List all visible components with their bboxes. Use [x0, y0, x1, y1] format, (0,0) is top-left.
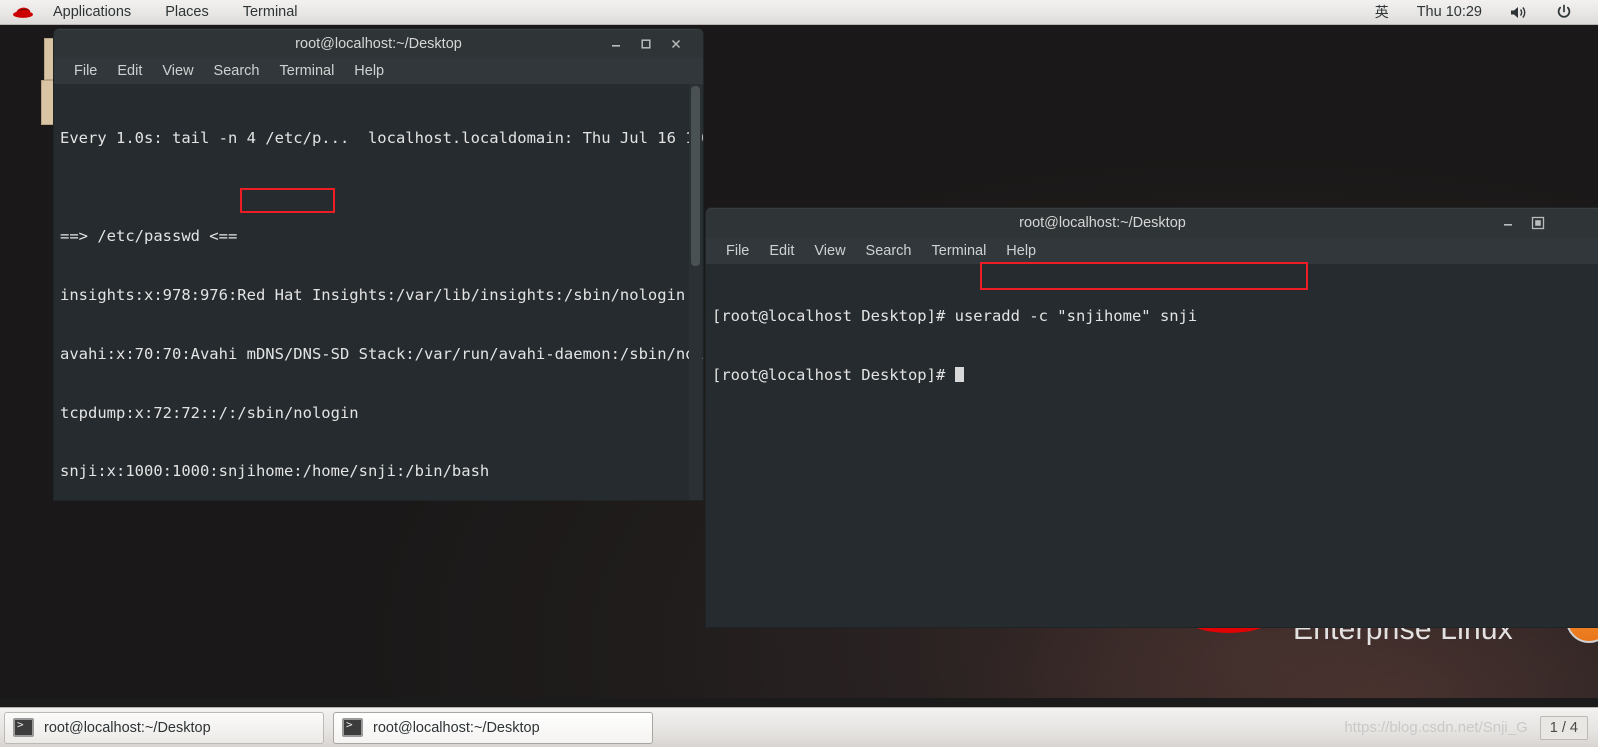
redhat-logo-icon[interactable]: [10, 6, 36, 19]
input-method-indicator[interactable]: 英: [1361, 0, 1403, 24]
terminal-two-menubar[interactable]: File Edit View Search Terminal Help: [705, 238, 1598, 264]
terminal-one-titlebar[interactable]: root@localhost:~/Desktop: [53, 28, 704, 58]
scrollbar-thumb[interactable]: [691, 86, 700, 266]
menu-terminal[interactable]: Terminal: [226, 0, 315, 24]
taskbar-item-terminal-one[interactable]: root@localhost:~/Desktop: [4, 711, 324, 744]
terminal-two-output[interactable]: [root@localhost Desktop]# useradd -c "sn…: [705, 264, 1598, 628]
terminal-two-menu-view[interactable]: View: [804, 243, 855, 259]
terminal-icon: [13, 718, 34, 737]
terminal-two-command-line: [root@localhost Desktop]# useradd -c "sn…: [712, 307, 1598, 327]
terminal-one-menu-edit[interactable]: Edit: [107, 63, 152, 79]
taskbar-item-terminal-two[interactable]: root@localhost:~/Desktop: [333, 711, 653, 744]
terminal-one-menu-view[interactable]: View: [152, 63, 203, 79]
workspace-switcher[interactable]: 1 / 4: [1539, 715, 1588, 740]
maximize-icon[interactable]: [631, 32, 661, 56]
menu-applications[interactable]: Applications: [36, 0, 148, 24]
minimize-icon[interactable]: [1493, 211, 1523, 235]
maximize-icon[interactable]: [1523, 211, 1553, 235]
terminal-two-titlebar[interactable]: root@localhost:~/Desktop: [705, 207, 1598, 238]
taskbar: root@localhost:~/Desktop root@localhost:…: [0, 707, 1598, 747]
top-panel: Applications Places Terminal 英 Thu 10:29: [0, 0, 1598, 25]
terminal-one-line: ==> /etc/passwd <==: [60, 227, 238, 246]
terminal-one-line: snji:x:1000:1000:snjihome:/home/snji:/bi…: [60, 462, 490, 481]
terminal-one-line: tcpdump:x:72:72::/:/sbin/nologin: [60, 403, 359, 422]
taskbar-item-label: root@localhost:~/Desktop: [373, 719, 540, 736]
terminal-two-menu-help[interactable]: Help: [996, 243, 1046, 259]
terminal-two-prompt-second: [root@localhost Desktop]#: [712, 365, 955, 384]
terminal-two-title: root@localhost:~/Desktop: [1019, 215, 1186, 231]
watermark: https://blog.csdn.net/Snji_G: [1344, 719, 1535, 736]
terminal-window-two[interactable]: root@localhost:~/Desktop File Edit View …: [705, 207, 1598, 628]
terminal-cursor: [954, 366, 964, 382]
terminal-one-menu-file[interactable]: File: [64, 63, 107, 79]
terminal-window-one[interactable]: root@localhost:~/Desktop File Edit View …: [53, 28, 704, 501]
terminal-one-menubar[interactable]: File Edit View Search Terminal Help: [53, 58, 704, 84]
terminal-one-output[interactable]: Every 1.0s: tail -n 4 /etc/p... localhos…: [53, 84, 704, 501]
terminal-two-prompt-line: [root@localhost Desktop]#: [712, 366, 1598, 386]
terminal-two-menu-search[interactable]: Search: [856, 243, 922, 259]
terminal-one-line: Every 1.0s: tail -n 4 /etc/p... localhos…: [60, 129, 703, 148]
power-icon[interactable]: [1542, 4, 1586, 20]
close-icon[interactable]: [661, 32, 691, 56]
watermark-text: https://blog.csdn.net/Snji_G: [1344, 719, 1528, 736]
minimize-icon[interactable]: [601, 32, 631, 56]
terminal-icon: [342, 718, 363, 737]
clock[interactable]: Thu 10:29: [1403, 0, 1496, 24]
terminal-two-prompt: [root@localhost Desktop]#: [712, 307, 955, 326]
speaker-icon[interactable]: [1496, 5, 1542, 20]
taskbar-item-label: root@localhost:~/Desktop: [44, 719, 211, 736]
terminal-two-command: useradd -c "snjihome" snji: [954, 307, 1198, 326]
terminal-one-menu-terminal[interactable]: Terminal: [270, 63, 345, 79]
terminal-two-menu-file[interactable]: File: [716, 243, 759, 259]
menu-places[interactable]: Places: [148, 0, 226, 24]
terminal-one-scrollbar[interactable]: [689, 84, 702, 500]
terminal-two-menu-edit[interactable]: Edit: [759, 243, 804, 259]
terminal-one-line: insights:x:978:976:Red Hat Insights:/var…: [60, 285, 686, 304]
terminal-one-menu-search[interactable]: Search: [204, 63, 270, 79]
terminal-two-menu-terminal[interactable]: Terminal: [922, 243, 997, 259]
terminal-one-menu-help[interactable]: Help: [344, 63, 394, 79]
terminal-one-line: avahi:x:70:70:Avahi mDNS/DNS-SD Stack:/v…: [60, 344, 704, 363]
